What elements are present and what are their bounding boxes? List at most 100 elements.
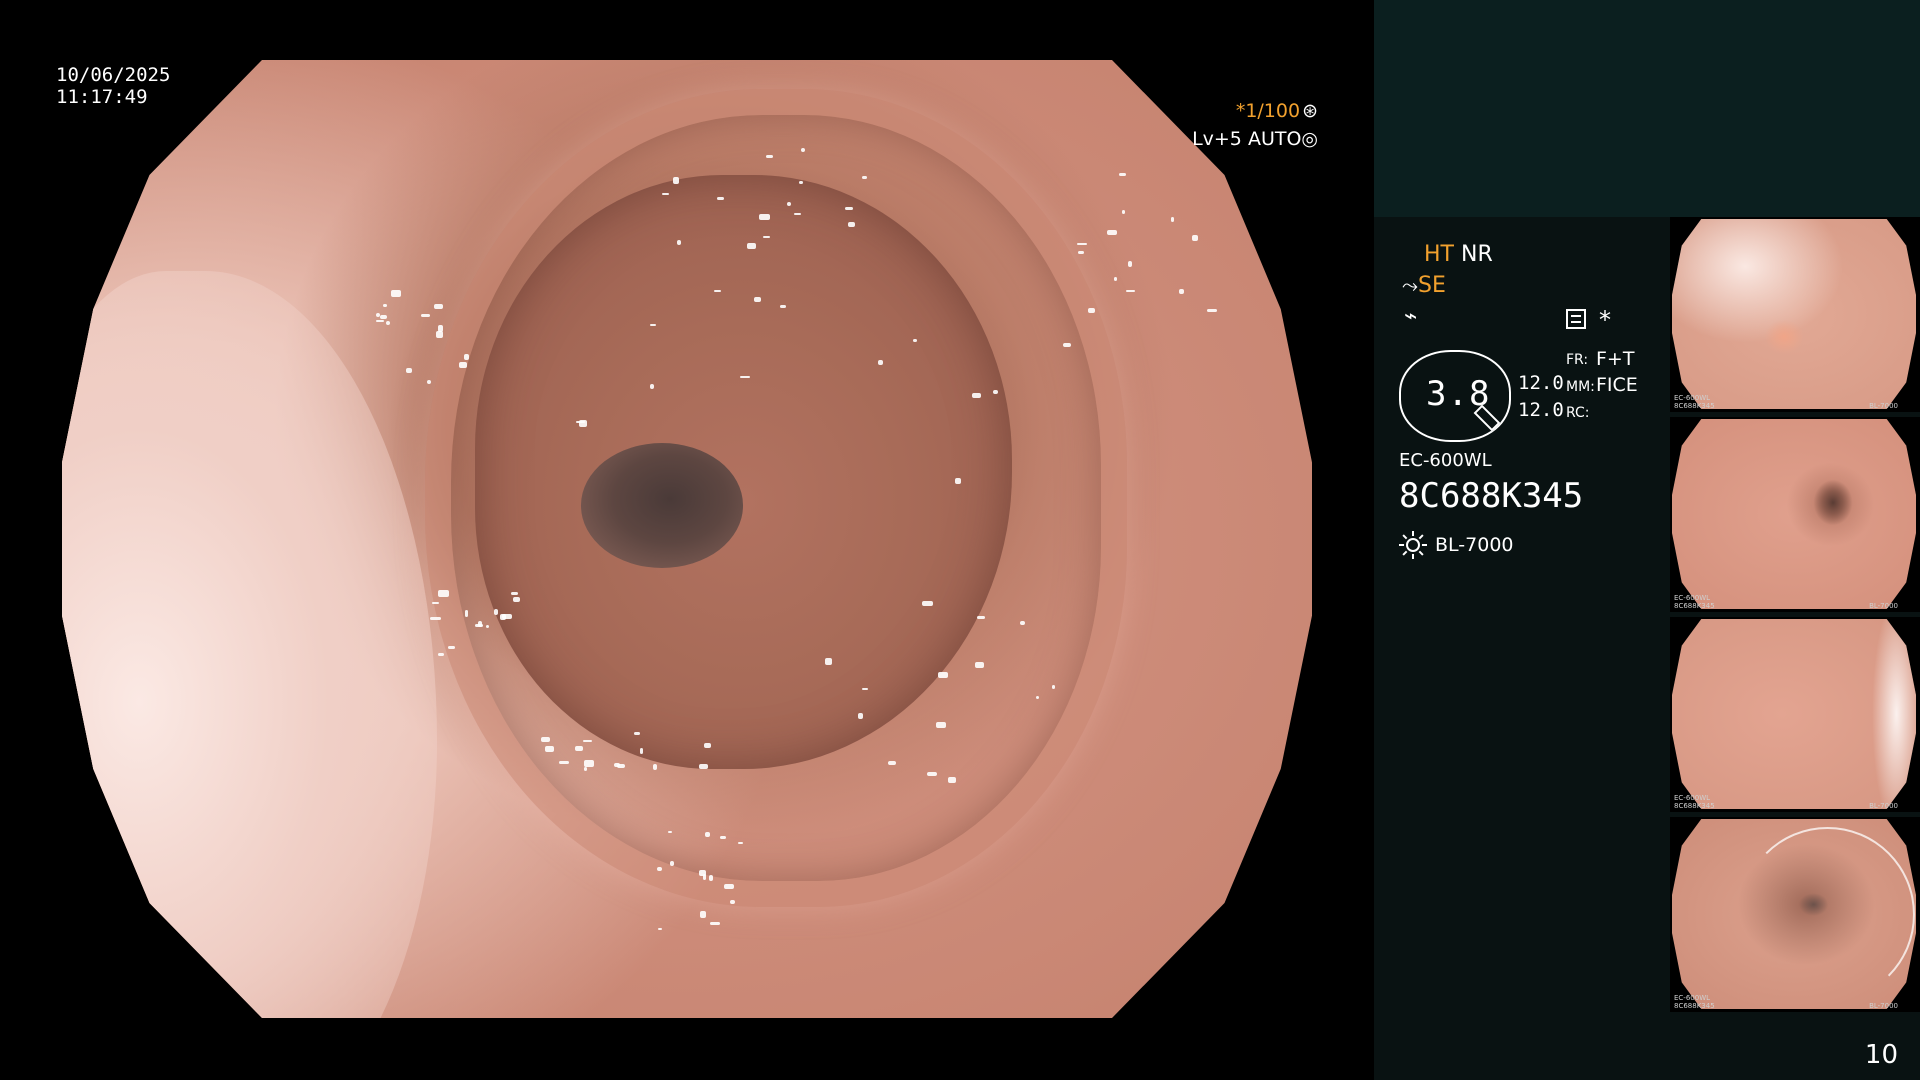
- specular-glint: [845, 207, 853, 210]
- specular-glint: [427, 380, 431, 385]
- image-counter: 10: [1864, 1040, 1898, 1070]
- specular-glint: [913, 339, 917, 343]
- specular-glint: [545, 746, 554, 752]
- menu-list-icon: [1566, 309, 1586, 329]
- specular-glint: [574, 745, 584, 752]
- specular-glint: [1126, 290, 1136, 293]
- thumbnail-view: [1672, 619, 1916, 809]
- specular-glint: [1113, 276, 1118, 281]
- thumbnail-light: BL-7000: [1869, 1002, 1898, 1010]
- specular-glint: [541, 736, 550, 742]
- specular-glint: [1035, 695, 1040, 699]
- mm-label: MM:: [1566, 379, 1595, 395]
- thumbnail-fold-arc: [1740, 826, 1916, 1002]
- specular-glint: [709, 921, 720, 925]
- specular-glint: [434, 303, 443, 310]
- thumbnail-image[interactable]: EC-600WL 8C688K345 BL-7000: [1670, 617, 1920, 812]
- endoscopy-screen: 10/06/2025 11:17:49 *1/100 ⊛ Lv+5 AUTO◎ H…: [0, 0, 1920, 1080]
- iris-level-readout: Lv+5 AUTO◎: [1192, 128, 1318, 150]
- iris-level-value: Lv+5 AUTO: [1192, 128, 1302, 150]
- magnification-value-1: 12.0: [1518, 372, 1564, 394]
- specular-glint: [740, 375, 751, 379]
- specular-glint: [463, 354, 470, 360]
- specular-glint: [558, 760, 570, 765]
- specular-glint: [976, 616, 986, 620]
- specular-glint: [723, 883, 735, 890]
- thumbnail-image[interactable]: EC-600WL 8C688K345 BL-7000: [1670, 817, 1920, 1012]
- specular-glint: [438, 590, 449, 598]
- thumbnail-light: BL-7000: [1869, 602, 1898, 610]
- thumbnail-caption: EC-600WL 8C688K345: [1674, 394, 1715, 410]
- thumbnail-light: BL-7000: [1869, 802, 1898, 810]
- specular-glint: [436, 331, 443, 338]
- mucosal-fold-left: [62, 270, 437, 1018]
- specular-glint: [420, 313, 431, 318]
- specular-glint: [437, 652, 445, 657]
- specular-glint: [583, 767, 587, 772]
- specular-glint: [502, 613, 512, 620]
- shutter-speed-value: *1/100: [1235, 100, 1301, 122]
- structure-enhancement-label: SE: [1418, 273, 1446, 298]
- specular-glint: [474, 623, 484, 628]
- specular-glint: [754, 297, 761, 302]
- specular-glint: [1121, 210, 1125, 215]
- specular-glint: [583, 739, 593, 743]
- specular-glint: [700, 911, 706, 918]
- thumbnail-caption: EC-600WL 8C688K345: [1674, 594, 1715, 610]
- date-time-display: 10/06/2025 11:17:49: [56, 64, 170, 108]
- specular-glint: [714, 290, 721, 293]
- thumbnail-model: EC-600WL: [1674, 994, 1711, 1002]
- specular-glint: [432, 601, 439, 605]
- specular-glint: [380, 314, 388, 320]
- mm-value: FICE: [1596, 374, 1638, 396]
- aperture-wheel-icon: ⊛: [1302, 100, 1318, 122]
- specular-glint: [1062, 343, 1071, 347]
- specular-glint: [878, 359, 884, 365]
- specular-glint: [708, 874, 713, 882]
- specular-glint: [1119, 173, 1127, 177]
- specular-glint: [759, 213, 770, 221]
- specular-glint: [738, 842, 743, 845]
- specular-glint: [1077, 242, 1087, 245]
- captured-thumbnails: EC-600WL 8C688K345 BL-7000 EC-600WL 8C68…: [1670, 217, 1920, 1017]
- specular-glint: [447, 646, 455, 650]
- specular-glint: [634, 731, 640, 736]
- thumbnail-caption: EC-600WL 8C688K345: [1674, 794, 1715, 810]
- thumbnail-model: EC-600WL: [1674, 794, 1711, 802]
- specular-glint: [780, 304, 787, 308]
- thumbnail-image[interactable]: EC-600WL 8C688K345 BL-7000: [1670, 417, 1920, 612]
- scope-model: EC-600WL: [1399, 450, 1492, 471]
- specular-glint: [670, 861, 674, 867]
- specular-glint: [385, 321, 390, 326]
- specular-glint: [793, 212, 801, 216]
- thumbnail-serial: 8C688K345: [1674, 1002, 1715, 1010]
- rc-label: RC:: [1566, 405, 1590, 421]
- specular-glint: [699, 763, 709, 769]
- specular-glint: [926, 772, 937, 777]
- iris-auto-icon: ◎: [1301, 128, 1318, 150]
- specular-glint: [704, 743, 711, 748]
- thumbnail-model: EC-600WL: [1674, 594, 1711, 602]
- specular-glint: [673, 177, 680, 184]
- fr-label: FR:: [1566, 352, 1589, 368]
- specular-glint: [801, 148, 806, 152]
- light-source-label: BL-7000: [1435, 534, 1514, 556]
- specular-glint: [862, 688, 868, 691]
- scope-serial: 8C688K345: [1399, 476, 1584, 516]
- thumbnail-image[interactable]: EC-600WL 8C688K345 BL-7000: [1670, 217, 1920, 412]
- thumbnail-caption: EC-600WL 8C688K345: [1674, 994, 1715, 1010]
- specular-glint: [922, 601, 933, 607]
- specular-glint: [1170, 217, 1174, 222]
- distal-lumen: [580, 443, 744, 568]
- specular-glint: [652, 763, 658, 771]
- info-panel-header: [1374, 0, 1920, 217]
- lumen-cavity: [474, 174, 1012, 769]
- thumbnail-model: EC-600WL: [1674, 394, 1711, 402]
- exam-time: 11:17:49: [56, 86, 148, 108]
- specular-glint: [716, 196, 725, 200]
- specular-glint: [698, 869, 707, 877]
- specular-glint: [662, 192, 669, 195]
- light-source-icon: [1399, 531, 1427, 559]
- specular-glint: [1206, 308, 1218, 312]
- specular-glint: [512, 597, 521, 602]
